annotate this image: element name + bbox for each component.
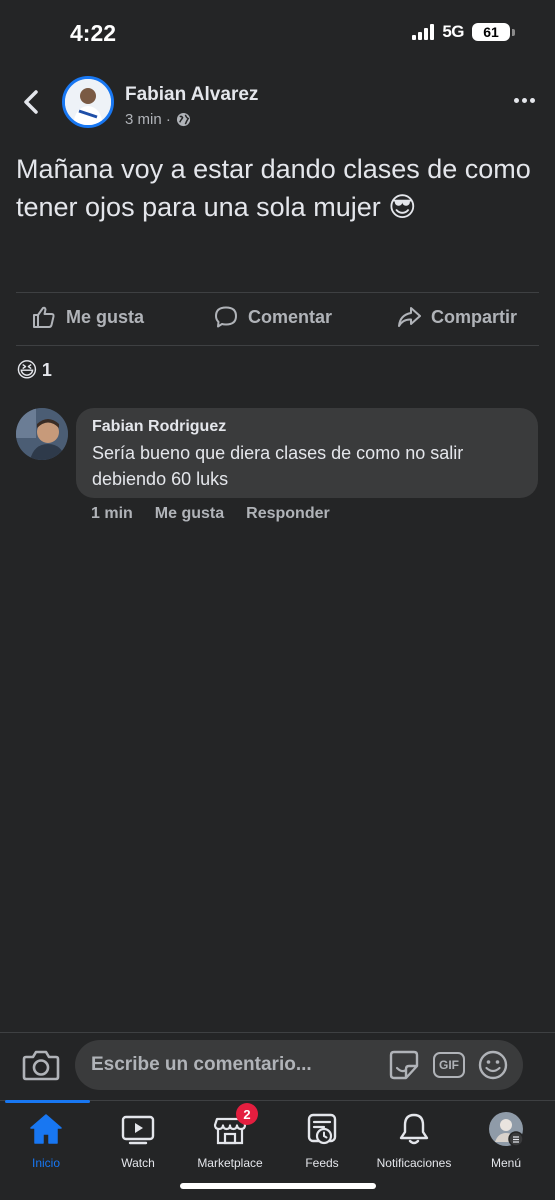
commenter-avatar[interactable] [16, 408, 68, 460]
home-indicator[interactable] [180, 1183, 376, 1189]
comment-composer: Escribe un comentario... GIF [0, 1032, 555, 1100]
tab-inicio[interactable]: Inicio [0, 1111, 92, 1170]
comment-input[interactable]: Escribe un comentario... GIF [75, 1040, 523, 1090]
comment-button[interactable]: Comentar [214, 305, 332, 329]
comment-icon [215, 306, 237, 328]
status-bar: 4:22 5G 61 [0, 0, 555, 68]
post-actions: Me gusta Comentar Compartir [0, 293, 555, 345]
comment-label: Comentar [248, 306, 333, 327]
tab-label: Notificaciones [376, 1156, 452, 1170]
feeds-icon [307, 1113, 337, 1145]
like-button[interactable]: Me gusta [32, 305, 144, 329]
home-icon [30, 1114, 62, 1144]
tab-label: Inicio [31, 1156, 60, 1170]
signal-icon [412, 24, 435, 40]
composer-tools: GIF [387, 1049, 509, 1081]
bell-icon [399, 1113, 429, 1145]
comment-reply-button[interactable]: Responder [246, 505, 330, 523]
camera-icon[interactable] [22, 1048, 60, 1082]
post-author-name[interactable]: Fabian Alvarez [125, 84, 258, 106]
profile-menu-icon [489, 1112, 524, 1147]
globe-icon [176, 112, 190, 127]
more-options-icon[interactable] [514, 98, 535, 103]
tab-menu[interactable]: Menú [460, 1111, 552, 1170]
post-meta: 3 min · [125, 111, 191, 128]
battery-icon: 61 [472, 23, 515, 41]
post-timestamp: 3 min · [125, 111, 171, 128]
comment-time: 1 min [91, 505, 133, 522]
haha-reaction-icon: 😆 [16, 359, 38, 382]
tab-watch[interactable]: Watch [92, 1111, 184, 1170]
comment-placeholder: Escribe un comentario... [91, 1054, 312, 1075]
emoji-icon[interactable] [477, 1049, 509, 1081]
tab-label: Menú [490, 1156, 522, 1170]
tab-label: Feeds [305, 1156, 339, 1170]
back-arrow-icon[interactable] [18, 88, 46, 116]
share-icon [398, 307, 421, 327]
share-label: Compartir [431, 306, 518, 327]
author-avatar[interactable] [62, 76, 114, 128]
comment-like-button[interactable]: Me gusta [155, 505, 224, 523]
thumbs-up-icon [33, 306, 55, 328]
post-text: Mañana voy a estar dando clases de como … [16, 154, 531, 222]
comment-actions: 1 min Me gusta Responder [91, 505, 330, 523]
tab-notificaciones[interactable]: Notificaciones [368, 1111, 460, 1170]
tab-label: Watch [121, 1156, 155, 1170]
notification-badge: 2 [236, 1103, 258, 1125]
post-header: Fabian Alvarez 3 min · [0, 70, 555, 140]
network-type: 5G [442, 22, 464, 41]
video-icon [121, 1115, 155, 1145]
comment-bubble[interactable]: Fabian Rodriguez Sería bueno que diera c… [76, 408, 538, 498]
comment-author-name[interactable]: Fabian Rodriguez [92, 418, 522, 436]
reaction-count: 1 [41, 360, 52, 380]
marketplace-icon-wrap: 2 [212, 1103, 258, 1147]
gif-button[interactable]: GIF [433, 1052, 465, 1078]
share-button[interactable]: Compartir [397, 305, 517, 329]
battery-level: 61 [472, 23, 510, 41]
tab-feeds[interactable]: Feeds [276, 1111, 368, 1170]
sticker-icon[interactable] [387, 1049, 421, 1081]
tab-marketplace[interactable]: 2 Marketplace [184, 1103, 276, 1170]
status-time: 4:22 [70, 20, 117, 46]
tab-label: Marketplace [197, 1156, 263, 1170]
comment-text: Sería bueno que diera clases de como no … [92, 443, 464, 489]
divider [16, 345, 539, 346]
reaction-summary[interactable]: 😆 1 [16, 358, 52, 383]
active-tab-indicator [5, 1100, 90, 1103]
status-indicators: 5G 61 [412, 22, 515, 42]
like-label: Me gusta [66, 306, 145, 327]
